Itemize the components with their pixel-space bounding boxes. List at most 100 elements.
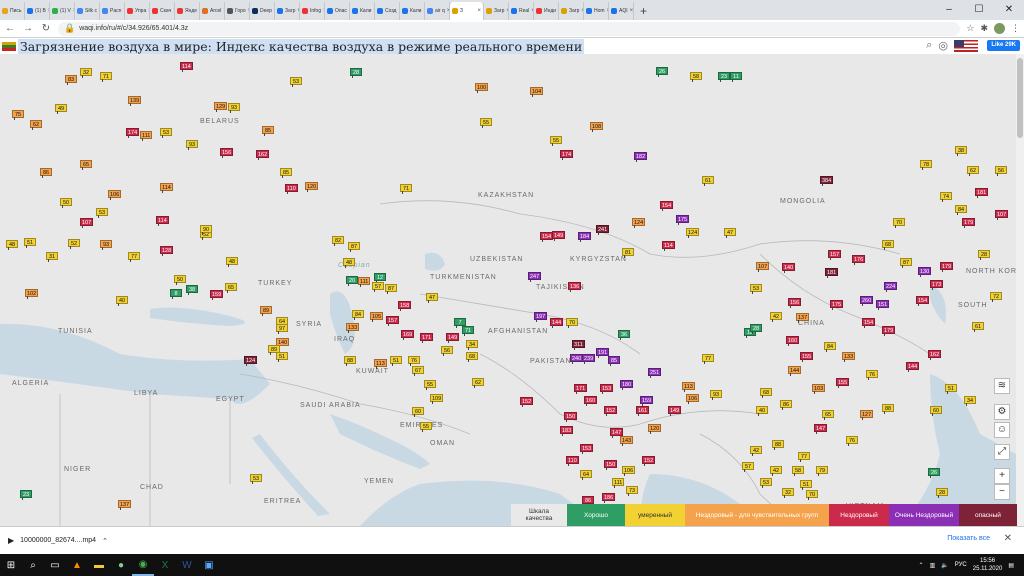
aqi-station-marker[interactable]: 154 — [660, 201, 674, 211]
aqi-station-marker[interactable]: 93 — [100, 240, 112, 250]
aqi-station-marker[interactable]: 105 — [370, 312, 384, 322]
vlc-icon[interactable]: ▲ — [66, 554, 88, 576]
facebook-like-button[interactable]: Like 29K — [987, 40, 1020, 51]
aqi-station-marker[interactable]: 156 — [220, 148, 234, 158]
aqi-station-marker[interactable]: 28 — [350, 68, 362, 78]
aqi-station-marker[interactable]: 65 — [80, 160, 92, 170]
network-icon[interactable]: ▥ — [930, 562, 936, 569]
aqi-station-marker[interactable]: 42 — [770, 312, 782, 322]
aqi-station-marker[interactable]: 107 — [80, 218, 94, 228]
browser-tab[interactable]: Скач× — [150, 2, 175, 20]
close-icon[interactable]: ✕ — [1004, 533, 1012, 544]
browser-tab[interactable]: Hom× — [584, 2, 609, 20]
aqi-station-marker[interactable]: 93 — [710, 390, 722, 400]
layers-icon[interactable]: ≋ — [994, 378, 1010, 394]
aqi-station-marker[interactable]: 174 — [560, 150, 574, 160]
aqi-station-marker[interactable]: 71 — [462, 326, 474, 336]
aqi-station-marker[interactable]: 311 — [572, 340, 585, 350]
aqi-station-marker[interactable]: 88 — [344, 356, 356, 366]
aqi-station-marker[interactable]: 154 — [862, 318, 876, 328]
aqi-station-marker[interactable]: 47 — [724, 228, 736, 238]
aqi-station-marker[interactable]: 171 — [420, 333, 434, 343]
show-all-link[interactable]: Показать все — [947, 535, 990, 542]
aqi-station-marker[interactable]: 51 — [390, 356, 402, 366]
aqi-station-marker[interactable]: 384 — [820, 176, 834, 186]
download-item[interactable]: ▶ 10000000_82674....mp4 ⌃ — [8, 536, 108, 545]
browser-tab[interactable]: Загр× — [559, 2, 584, 20]
aqi-station-marker[interactable]: 53 — [760, 478, 772, 488]
aqi-station-marker[interactable]: 64 — [580, 470, 592, 480]
aqi-station-marker[interactable]: 159 — [640, 396, 654, 406]
aqi-station-marker[interactable]: 55 — [550, 136, 562, 146]
aqi-station-marker[interactable]: 100 — [475, 83, 489, 93]
aqi-station-marker[interactable]: 128 — [160, 246, 174, 256]
aqi-station-marker[interactable]: 47 — [426, 293, 438, 303]
aqi-station-marker[interactable]: 34 — [964, 396, 976, 406]
clock[interactable]: 15:56 25.11.2020 — [973, 557, 1003, 573]
forward-icon[interactable]: → — [22, 23, 34, 34]
aqi-station-marker[interactable]: 179 — [940, 262, 954, 272]
aqi-station-marker[interactable]: 260 — [860, 296, 874, 306]
browser-tab[interactable]: З × — [450, 2, 484, 20]
browser-tab[interactable]: Опас× — [325, 2, 350, 20]
aqi-station-marker[interactable]: 86 — [780, 400, 792, 410]
aqi-station-marker[interactable]: 48 — [343, 258, 355, 268]
aqi-station-marker[interactable]: 53 — [250, 474, 262, 484]
aqi-station-marker[interactable]: 159 — [210, 290, 224, 300]
aqi-station-marker[interactable]: 251 — [648, 368, 662, 378]
aqi-station-marker[interactable]: 65 — [822, 410, 834, 420]
aqi-station-marker[interactable]: 109 — [430, 394, 444, 404]
aqi-station-marker[interactable]: 183 — [560, 426, 574, 436]
aqi-station-marker[interactable]: 76 — [866, 370, 878, 380]
aqi-station-marker[interactable]: 48 — [226, 257, 238, 267]
chevron-up-icon[interactable]: ⌃ — [919, 562, 924, 569]
aqi-station-marker[interactable]: 106 — [622, 466, 636, 476]
address-bar[interactable]: 🔒 waqi.info/ru/#/c/34.926/65.401/4.3z — [58, 21, 961, 36]
aqi-station-marker[interactable]: 157 — [828, 250, 842, 260]
aqi-station-marker[interactable]: 23 — [20, 490, 32, 500]
aqi-station-marker[interactable]: 114 — [180, 62, 193, 72]
aqi-station-marker[interactable]: 136 — [568, 282, 582, 292]
aqi-station-marker[interactable]: 157 — [386, 316, 400, 326]
aqi-station-marker[interactable]: 60 — [930, 406, 942, 416]
aqi-station-marker[interactable]: 51 — [945, 384, 957, 394]
aqi-station-marker[interactable]: 89 — [268, 345, 280, 355]
aqi-station-marker[interactable]: 38 — [955, 146, 967, 156]
notifications-icon[interactable]: ▤ — [1008, 562, 1014, 569]
aqi-station-marker[interactable]: 8 — [170, 289, 182, 299]
aqi-station-marker[interactable]: 11 — [730, 72, 742, 82]
aqi-station-marker[interactable]: 144 — [788, 366, 802, 376]
browser-tab[interactable]: Arcel× — [200, 2, 225, 20]
chrome-icon[interactable]: ◉ — [132, 554, 154, 576]
aqi-station-marker[interactable]: 111 — [358, 277, 371, 287]
zoom-out-button[interactable]: − — [994, 484, 1010, 500]
volume-icon[interactable]: 🔈 — [941, 562, 948, 569]
aqi-station-marker[interactable]: 139 — [128, 96, 142, 106]
aqi-station-marker[interactable]: 68 — [760, 388, 772, 398]
aqi-station-marker[interactable]: 179 — [962, 218, 976, 228]
aqi-station-marker[interactable]: 40 — [756, 406, 768, 416]
aqi-station-marker[interactable]: 28 — [978, 250, 990, 260]
task-view-icon[interactable]: ▭ — [44, 554, 66, 576]
aqi-station-marker[interactable]: 130 — [918, 267, 932, 277]
aqi-station-marker[interactable]: 74 — [940, 192, 952, 202]
aqi-station-marker[interactable]: 153 — [600, 384, 614, 394]
browser-tab[interactable]: Созд× — [375, 2, 400, 20]
aqi-station-marker[interactable]: 110 — [285, 184, 298, 194]
aqi-station-marker[interactable]: 150 — [604, 460, 618, 470]
aqi-station-marker[interactable]: 247 — [528, 272, 542, 282]
aqi-station-marker[interactable]: 7 — [454, 318, 466, 328]
aqi-station-marker[interactable]: 93 — [186, 140, 198, 150]
excel-icon[interactable]: X — [154, 554, 176, 576]
aqi-station-marker[interactable]: 93 — [228, 103, 240, 113]
aqi-station-marker[interactable]: 70 — [806, 490, 818, 500]
aqi-station-marker[interactable]: 51 — [800, 480, 812, 490]
aqi-station-marker[interactable]: 137 — [796, 313, 810, 323]
minimize-icon[interactable]: – — [934, 0, 964, 20]
aqi-station-marker[interactable]: 191 — [596, 348, 610, 358]
search-icon[interactable]: ⌕ — [926, 39, 932, 52]
aqi-station-marker[interactable]: 73 — [626, 486, 638, 496]
aqi-station-marker[interactable]: 124 — [686, 228, 700, 238]
aqi-station-marker[interactable]: 150 — [564, 412, 578, 422]
aqi-station-marker[interactable]: 152 — [642, 456, 656, 466]
